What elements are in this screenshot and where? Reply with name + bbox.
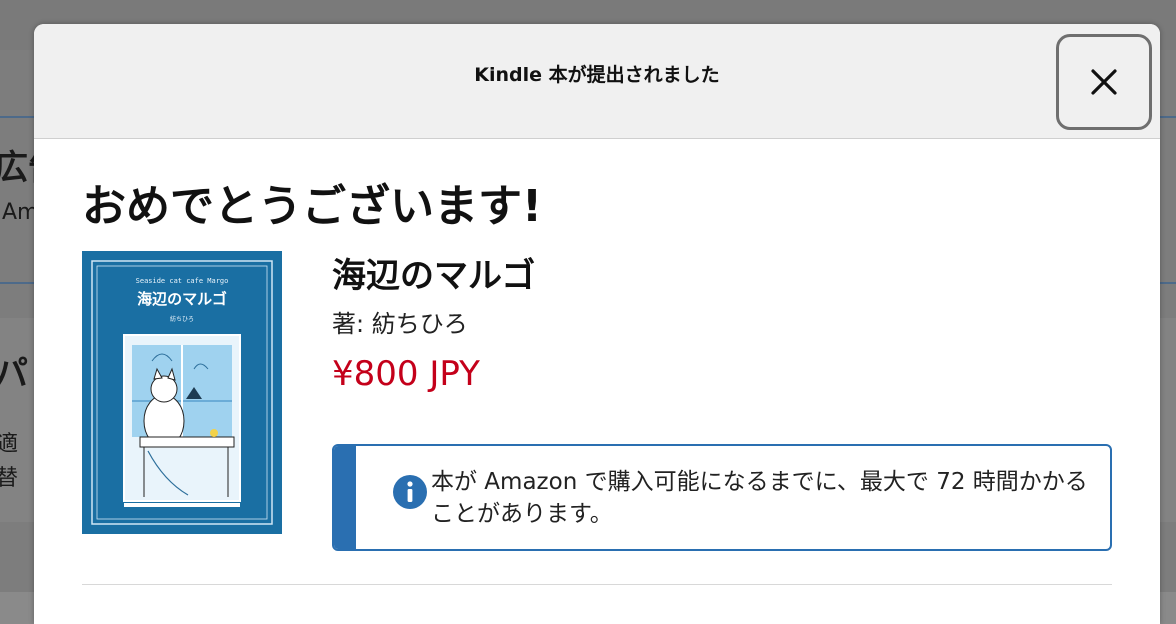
background-text: 適 [0,432,19,457]
modal-header: Kindle 本が提出されました [34,24,1160,139]
modal-title: Kindle 本が提出されました [474,64,720,86]
info-notice: 本が Amazon で購入可能になるまでに、最大で 72 時間かかることがありま… [332,444,1112,551]
cover-author: 紡ちひろ [170,315,194,323]
background-text: Am [2,200,39,225]
congratulations-heading: おめでとうございます! [82,181,543,232]
background-text: 替 [0,466,19,491]
section-divider [82,584,1112,585]
book-title: 海辺のマルゴ [332,256,536,296]
info-accent-bar [334,446,356,549]
book-cover: Seaside cat cafe Margo 海辺のマルゴ 紡ちひろ [82,251,282,534]
book-cover-art: Seaside cat cafe Margo 海辺のマルゴ 紡ちひろ [82,251,282,534]
cover-title: 海辺のマルゴ [137,290,227,308]
book-price: ¥800 JPY [332,354,480,394]
submission-modal: Kindle 本が提出されました おめでとうございます! Seaside cat… [34,24,1160,624]
info-text: 本が Amazon で購入可能になるまでに、最大で 72 時間かかることがありま… [431,469,1088,527]
cover-subtitle: Seaside cat cafe Margo [136,277,229,285]
background-heading: パ [0,354,28,394]
book-author: 著: 紡ちひろ [332,310,468,338]
info-icon [393,475,427,509]
close-button[interactable] [1056,34,1152,130]
close-icon [1091,69,1117,95]
